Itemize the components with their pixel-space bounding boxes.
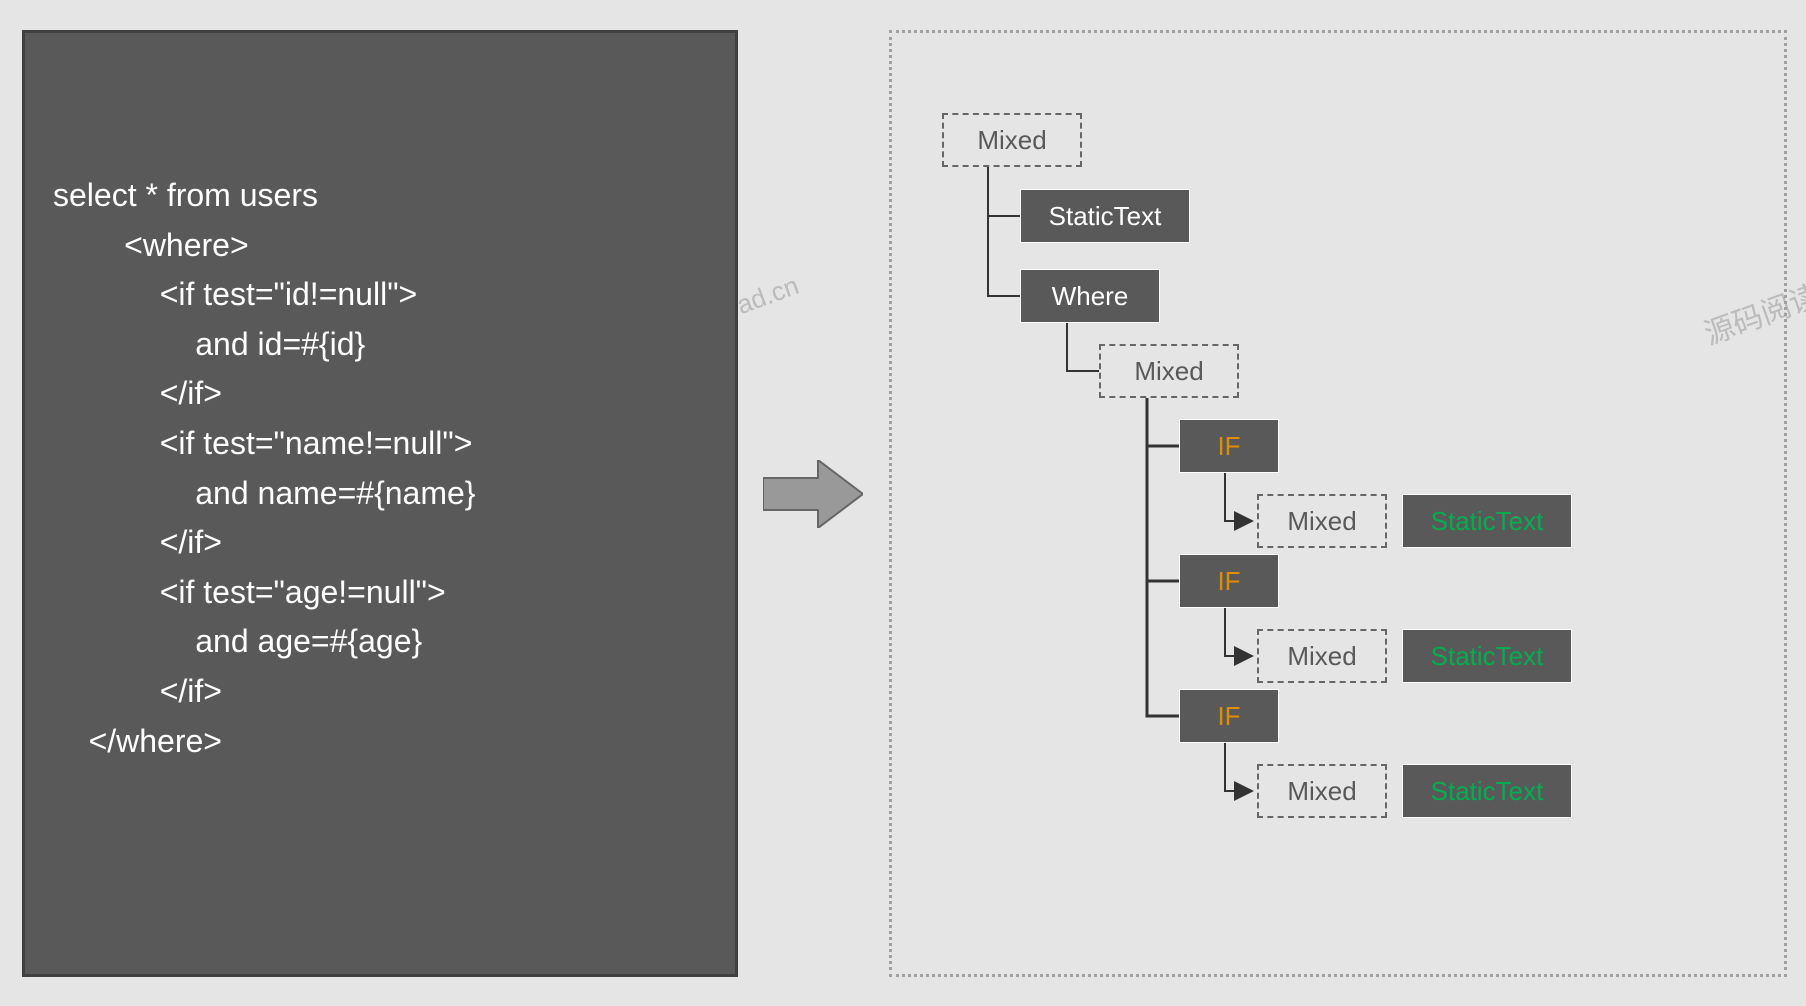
watermark-partial: ad.cn [733,270,803,321]
node-if-2: IF [1179,554,1279,608]
code-line-10: and age=#{age} [53,623,422,659]
code-line-4: and id=#{id} [53,326,365,362]
code-line-3: <if test="id!=null"> [53,276,417,312]
code-panel: select * from users <where> <if test="id… [22,30,738,977]
node-statictext-if1: StaticText [1402,494,1572,548]
code-line-7: and name=#{name} [53,475,475,511]
node-if-1: IF [1179,419,1279,473]
node-if-3: IF [1179,689,1279,743]
node-mixed-where: Mixed [1099,344,1239,398]
code-line-11: </if> [53,673,222,709]
code-line-2: <where> [53,227,249,263]
code-line-12: </where> [53,723,222,759]
node-mixed-if1: Mixed [1257,494,1387,548]
node-mixed-root: Mixed [942,113,1082,167]
tree-panel: Mixed StaticText Where Mixed IF Mixed St… [889,30,1787,977]
code-line-8: </if> [53,524,222,560]
node-where: Where [1020,269,1160,323]
node-statictext-root: StaticText [1020,189,1190,243]
code-line-5: </if> [53,375,222,411]
code-line-9: <if test="age!=null"> [53,574,446,610]
node-mixed-if3: Mixed [1257,764,1387,818]
node-statictext-if3: StaticText [1402,764,1572,818]
node-mixed-if2: Mixed [1257,629,1387,683]
code-line-1: select * from users [53,177,318,213]
code-line-6: <if test="name!=null"> [53,425,472,461]
node-statictext-if2: StaticText [1402,629,1572,683]
arrow-icon [763,460,863,528]
